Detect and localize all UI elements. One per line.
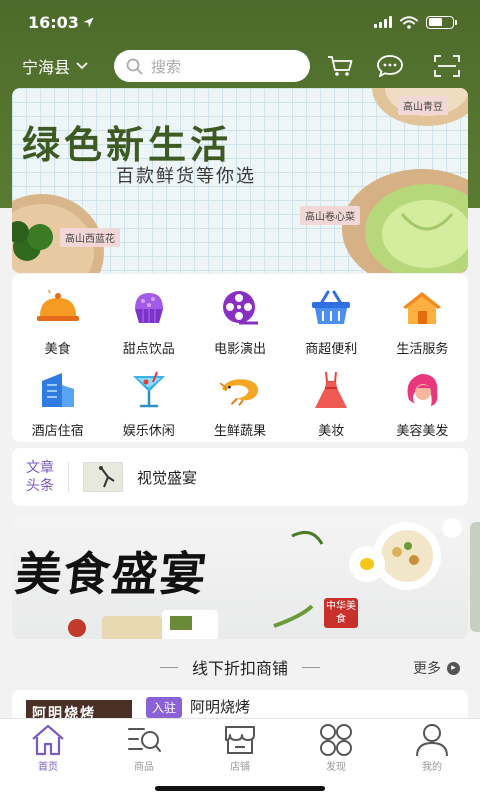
chevron-right-icon: ▸ — [447, 661, 460, 675]
chat-bubble-icon — [377, 55, 403, 77]
location-label: 宁海县 — [22, 58, 71, 77]
category-supermarket[interactable]: 商超便利 — [286, 276, 377, 358]
headline-text: 视觉盛宴 — [137, 468, 198, 487]
headline-thumbnail — [83, 462, 123, 492]
next-banner-peek — [470, 522, 480, 632]
hero-tag-beans: 高山青豆 — [398, 96, 448, 115]
shop-badge: 入驻 — [146, 697, 183, 718]
tab-label: 商品 — [134, 762, 154, 773]
goods-search-icon — [128, 728, 161, 752]
film-reel-icon — [218, 288, 262, 328]
tab-label: 首页 — [38, 762, 58, 773]
cocktail-icon — [127, 370, 171, 410]
category-label: 商超便利 — [305, 342, 358, 357]
food-cloche-icon — [36, 288, 80, 328]
location-selector[interactable]: 宁海县 — [22, 54, 104, 78]
section-header: 线下折扣商铺 更多 ▸ — [0, 652, 480, 682]
store-icon — [225, 726, 255, 754]
location-arrow-icon — [83, 17, 94, 27]
hotel-building-icon — [36, 370, 80, 410]
category-label: 酒店住宿 — [31, 424, 84, 439]
category-label: 美容美发 — [396, 424, 449, 439]
tab-goods[interactable]: 商品 — [96, 723, 192, 773]
section-title-text: 线下折扣商铺 — [191, 659, 288, 678]
cellular-signal-icon — [374, 16, 392, 28]
category-entertainment[interactable]: 娱乐休闲 — [103, 358, 194, 440]
cart-icon — [328, 56, 353, 76]
cart-button[interactable] — [326, 53, 354, 79]
shrimp-icon — [218, 370, 262, 410]
promo-banner[interactable]: 美食盛宴 中华美食 — [12, 516, 468, 639]
search-input[interactable]: 搜索 — [114, 50, 310, 82]
category-grid: 美食 甜点饮品 电影演出 商超便利 生活服务 酒店住宿 娱乐休闲 生鲜蔬果 美妆… — [12, 274, 468, 442]
cabbage-illustration — [342, 169, 468, 273]
profile-icon — [416, 724, 448, 757]
wifi-icon — [400, 15, 418, 29]
tab-discover[interactable]: 发现 — [288, 723, 384, 773]
scan-button[interactable] — [433, 53, 461, 79]
category-label: 生鲜蔬果 — [213, 424, 266, 439]
category-label: 甜点饮品 — [122, 342, 175, 357]
category-beauty-salon[interactable]: 美容美发 — [377, 358, 468, 440]
headline-tag-line1: 文章 — [26, 460, 54, 476]
home-icon — [32, 724, 64, 756]
more-link[interactable]: 更多 ▸ — [413, 658, 460, 678]
category-label: 美食 — [44, 342, 71, 357]
promo-title: 美食盛宴 — [12, 547, 211, 601]
category-fresh[interactable]: 生鲜蔬果 — [194, 358, 285, 440]
category-label: 电影演出 — [213, 342, 266, 357]
article-headline-bar[interactable]: 文章 头条 视觉盛宴 — [12, 448, 468, 506]
status-time: 16:03 — [28, 13, 94, 32]
tab-store[interactable]: 店铺 — [192, 723, 288, 773]
message-button[interactable] — [376, 53, 404, 79]
search-icon — [126, 58, 143, 74]
category-label: 美妆 — [318, 424, 345, 439]
more-label: 更多 — [413, 661, 441, 677]
hero-tag-cabbage: 高山卷心菜 — [300, 206, 360, 225]
category-label: 生活服务 — [396, 342, 449, 357]
tab-label: 店铺 — [230, 762, 250, 773]
battery-icon — [426, 15, 457, 29]
status-time-text: 16:03 — [28, 12, 79, 32]
home-indicator — [155, 786, 325, 791]
tab-profile[interactable]: 我的 — [384, 723, 480, 773]
search-placeholder: 搜索 — [151, 57, 182, 76]
category-life-service[interactable]: 生活服务 — [377, 276, 468, 358]
hero-title: 绿色新生活 — [22, 122, 233, 167]
promo-stamp: 中华美食 — [324, 598, 358, 628]
headline-tag-line2: 头条 — [26, 478, 54, 494]
status-bar: 16:03 — [0, 0, 480, 44]
tab-label: 我的 — [422, 762, 442, 773]
discover-icon — [320, 724, 352, 756]
shop-name: 阿明烧烤 — [190, 698, 251, 716]
category-makeup[interactable]: 美妆 — [286, 358, 377, 440]
category-movie[interactable]: 电影演出 — [194, 276, 285, 358]
top-header: 宁海县 搜索 — [0, 48, 480, 84]
headline-divider — [68, 462, 69, 492]
hero-banner[interactable]: 绿色新生活 百款鲜货等你选 高山青豆 高山卷心菜 高山西蓝花 — [12, 88, 468, 273]
house-icon — [400, 288, 444, 328]
dress-icon — [309, 370, 353, 410]
category-label: 娱乐休闲 — [122, 424, 175, 439]
category-hotel[interactable]: 酒店住宿 — [12, 358, 103, 440]
category-dessert[interactable]: 甜点饮品 — [103, 276, 194, 358]
cake-icon — [127, 288, 171, 328]
hero-tag-broccoli: 高山西蓝花 — [60, 228, 120, 247]
chevron-down-icon — [76, 62, 88, 70]
hero-subtitle: 百款鲜货等你选 — [116, 166, 256, 187]
shopping-basket-icon — [309, 288, 353, 328]
tab-label: 发现 — [326, 762, 346, 773]
section-title: 线下折扣商铺 — [159, 655, 320, 679]
scan-icon — [434, 55, 460, 77]
tab-home[interactable]: 首页 — [0, 723, 96, 773]
category-food[interactable]: 美食 — [12, 276, 103, 358]
hair-woman-icon — [400, 370, 444, 410]
headline-tag: 文章 头条 — [12, 459, 68, 495]
